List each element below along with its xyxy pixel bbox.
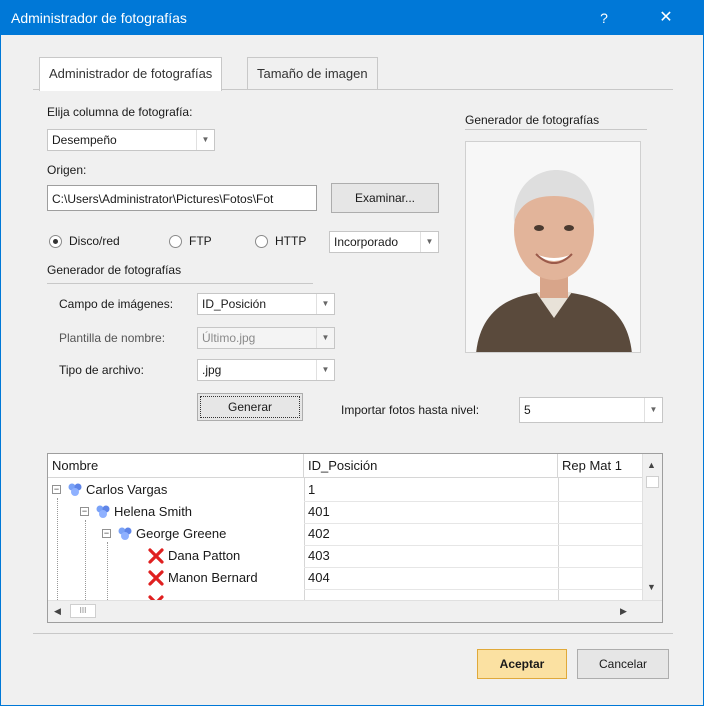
horizontal-scrollbar[interactable]: ◀ III ▶ bbox=[48, 600, 662, 622]
column-header-position-id[interactable]: ID_Posición bbox=[304, 454, 558, 478]
column-header-position-id-label: ID_Posición bbox=[308, 458, 378, 473]
table-row[interactable]: Dana Patton 403 bbox=[48, 545, 634, 567]
org-tree-grid[interactable]: Nombre ID_Posición Rep Mat 1 − Carlos Va… bbox=[47, 453, 663, 623]
browse-button-label: Examinar... bbox=[354, 191, 416, 205]
chevron-down-icon: ▼ bbox=[316, 360, 334, 380]
window-title: Administrador de fotografías bbox=[11, 10, 187, 26]
generator-divider bbox=[47, 283, 313, 284]
column-header-name-label: Nombre bbox=[52, 458, 99, 473]
table-row[interactable]: − George Greene 402 bbox=[48, 523, 634, 545]
file-type-value: .jpg bbox=[202, 363, 222, 377]
radio-disk-network-label: Disco/red bbox=[69, 234, 120, 248]
scroll-up-icon[interactable]: ▲ bbox=[647, 460, 656, 470]
preview-divider bbox=[465, 129, 647, 130]
radio-ftp[interactable] bbox=[169, 235, 182, 248]
generate-button[interactable]: Generar bbox=[197, 393, 303, 421]
column-header-rep-mat[interactable]: Rep Mat 1 bbox=[558, 454, 644, 478]
cancel-button-label: Cancelar bbox=[598, 657, 648, 671]
vertical-scrollbar[interactable]: ▲ ▼ bbox=[642, 454, 662, 600]
photo-manager-dialog: Administrador de fotografías ? ✕ Adminis… bbox=[0, 0, 704, 706]
name-template-label: Plantilla de nombre: bbox=[59, 331, 166, 345]
ok-button[interactable]: Aceptar bbox=[477, 649, 567, 679]
origin-label: Origen: bbox=[47, 163, 87, 177]
import-level-label: Importar fotos hasta nivel: bbox=[341, 403, 480, 417]
tab-image-size-label: Tamaño de imagen bbox=[257, 66, 368, 81]
scroll-right-icon[interactable]: ▶ bbox=[620, 606, 627, 617]
row-divider bbox=[304, 589, 644, 590]
import-level-value: 5 bbox=[524, 403, 531, 417]
chevron-down-icon: ▼ bbox=[316, 328, 334, 348]
import-level-select[interactable]: 5 ▼ bbox=[519, 397, 663, 423]
chevron-down-icon: ▼ bbox=[420, 232, 438, 252]
preview-heading: Generador de fotografías bbox=[465, 113, 600, 127]
ok-button-label: Aceptar bbox=[499, 657, 545, 671]
file-type-select[interactable]: .jpg ▼ bbox=[197, 359, 335, 381]
user-group-icon bbox=[94, 504, 112, 523]
footer-divider bbox=[33, 633, 673, 634]
user-group-icon bbox=[116, 526, 134, 545]
scroll-thumb-grip: III bbox=[79, 606, 87, 615]
table-row[interactable]: − Helena Smith 401 bbox=[48, 501, 634, 523]
close-button[interactable]: ✕ bbox=[643, 1, 689, 35]
user-group-icon bbox=[66, 482, 84, 501]
row-name: Helena Smith bbox=[114, 504, 193, 519]
chevron-down-icon: ▼ bbox=[316, 294, 334, 314]
row-position-id: 404 bbox=[308, 570, 330, 585]
collapse-toggle-icon[interactable]: − bbox=[52, 485, 61, 494]
origin-path-value: C:\Users\Administrator\Pictures\Fotos\Fo… bbox=[52, 192, 274, 206]
browse-button[interactable]: Examinar... bbox=[331, 183, 439, 213]
chevron-down-icon: ▼ bbox=[644, 398, 662, 422]
source-mode-value: Incorporado bbox=[334, 235, 399, 249]
person-portrait-icon bbox=[466, 142, 640, 352]
title-bar: Administrador de fotografías ? ✕ bbox=[1, 1, 703, 35]
employee-photo bbox=[465, 141, 641, 353]
file-type-label: Tipo de archivo: bbox=[59, 363, 144, 377]
help-button[interactable]: ? bbox=[581, 1, 627, 35]
horizontal-scroll-thumb[interactable]: III bbox=[70, 604, 96, 618]
row-name: Manon Bernard bbox=[168, 570, 258, 585]
row-name: Dana Patton bbox=[168, 548, 241, 563]
column-header-name[interactable]: Nombre bbox=[48, 454, 304, 478]
scroll-left-icon[interactable]: ◀ bbox=[54, 606, 61, 617]
row-name: Carlos Vargas bbox=[86, 482, 168, 497]
photo-column-label: Elija columna de fotografía: bbox=[47, 105, 193, 119]
radio-disk-network[interactable] bbox=[49, 235, 62, 248]
photo-column-value: Desempeño bbox=[52, 133, 117, 147]
collapse-toggle-icon[interactable]: − bbox=[80, 507, 89, 516]
missing-photo-icon bbox=[148, 548, 164, 567]
row-position-id: 401 bbox=[308, 504, 330, 519]
generate-button-label: Generar bbox=[227, 400, 273, 414]
row-position-id: 1 bbox=[308, 482, 316, 497]
row-position-id: 402 bbox=[308, 526, 330, 541]
table-row[interactable]: Manon Bernard 404 bbox=[48, 567, 634, 589]
origin-path-input[interactable]: C:\Users\Administrator\Pictures\Fotos\Fo… bbox=[47, 185, 317, 211]
chevron-down-icon: ▼ bbox=[196, 130, 214, 150]
cancel-button[interactable]: Cancelar bbox=[577, 649, 669, 679]
radio-ftp-label: FTP bbox=[189, 234, 212, 248]
source-mode-select[interactable]: Incorporado ▼ bbox=[329, 231, 439, 253]
radio-http[interactable] bbox=[255, 235, 268, 248]
table-row[interactable]: − Carlos Vargas 1 bbox=[48, 479, 634, 501]
name-template-select[interactable]: Último.jpg ▼ bbox=[197, 327, 335, 349]
column-header-rep-mat-label: Rep Mat 1 bbox=[562, 458, 622, 473]
radio-http-label: HTTP bbox=[275, 234, 307, 248]
image-field-select[interactable]: ID_Posición ▼ bbox=[197, 293, 335, 315]
photo-column-select[interactable]: Desempeño ▼ bbox=[47, 129, 215, 151]
image-field-value: ID_Posición bbox=[202, 297, 267, 311]
name-template-value: Último.jpg bbox=[202, 331, 256, 345]
row-position-id: 403 bbox=[308, 548, 330, 563]
collapse-toggle-icon[interactable]: − bbox=[102, 529, 111, 538]
tab-image-size[interactable]: Tamaño de imagen bbox=[247, 57, 378, 90]
tab-photo-manager[interactable]: Administrador de fotografías bbox=[39, 57, 223, 91]
scroll-down-icon[interactable]: ▼ bbox=[647, 582, 656, 592]
vertical-scroll-thumb[interactable] bbox=[646, 476, 659, 488]
row-name: George Greene bbox=[136, 526, 227, 541]
missing-photo-icon bbox=[148, 570, 164, 589]
image-field-label: Campo de imágenes: bbox=[59, 297, 174, 311]
generator-heading: Generador de fotografías bbox=[47, 263, 182, 277]
tab-photo-manager-label: Administrador de fotografías bbox=[49, 66, 213, 81]
